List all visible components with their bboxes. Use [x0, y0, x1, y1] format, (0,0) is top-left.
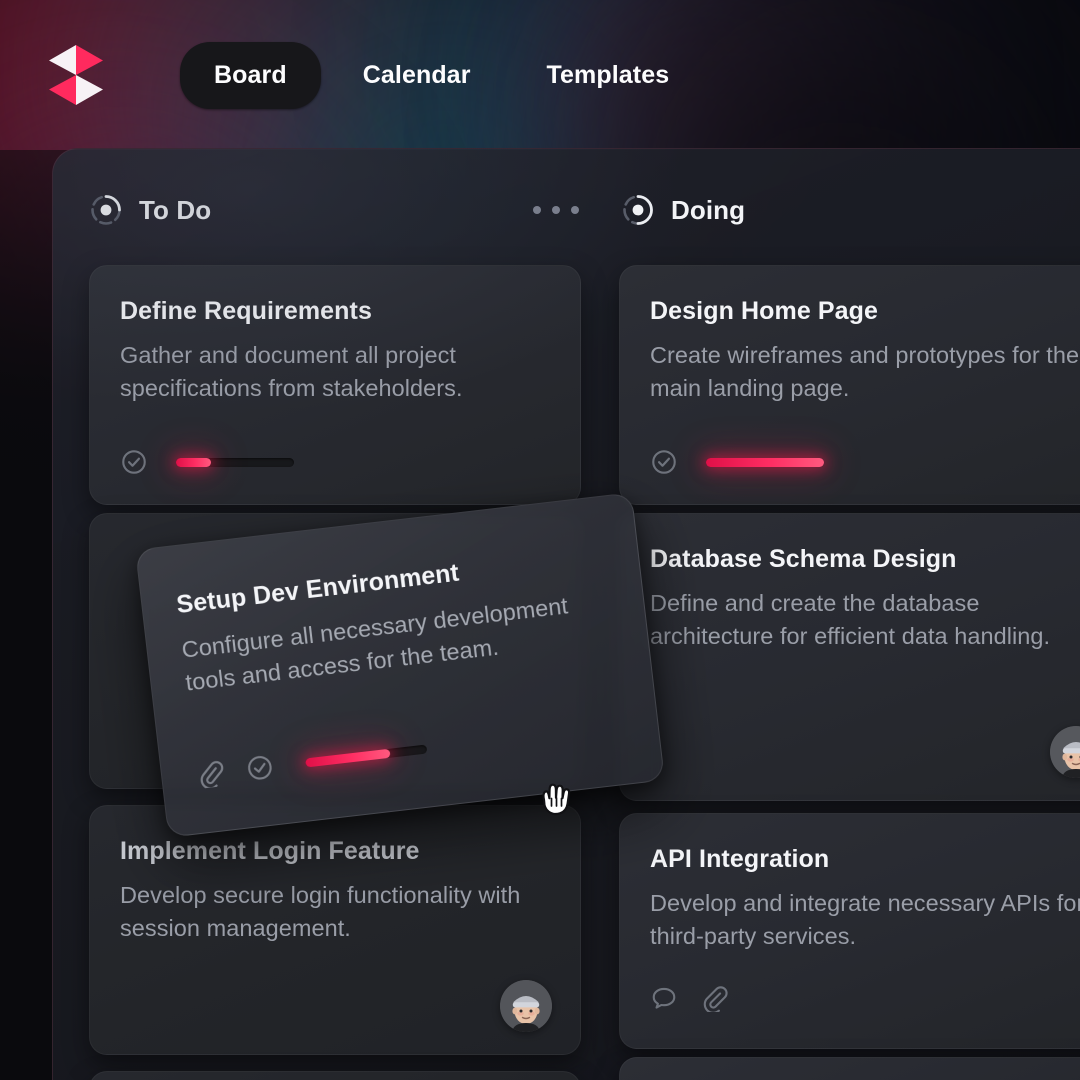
dragged-card-setup-dev-environment[interactable]: Setup Dev Environment Configure all nece…	[135, 492, 665, 838]
card-description: Define and create the database architect…	[650, 587, 1080, 654]
card-title: Design Home Page	[650, 296, 1080, 326]
card-footer	[650, 448, 824, 476]
column-title-doing: Doing	[671, 195, 745, 226]
progress-bar	[305, 744, 427, 767]
progress-ring-icon	[89, 193, 123, 227]
card-define-requirements[interactable]: Define Requirements Gather and document …	[89, 265, 581, 505]
app-logo[interactable]	[46, 43, 106, 107]
card-description: Develop secure login functionality with …	[120, 879, 550, 946]
progress-bar-fill	[176, 458, 211, 467]
user-avatar-beanie-icon	[1050, 726, 1080, 778]
card-api-integration[interactable]: API Integration Develop and integrate ne…	[619, 813, 1080, 1049]
grabbing-hand-cursor	[537, 780, 577, 824]
column-title-todo: To Do	[139, 195, 211, 226]
card-description: Develop and integrate necessary APIs for…	[650, 887, 1080, 954]
progress-bar	[706, 458, 824, 467]
card-database-schema-design[interactable]: Database Schema Design Define and create…	[619, 513, 1080, 801]
card-footer	[650, 984, 728, 1012]
comment-icon[interactable]	[650, 984, 678, 1012]
user-avatar-beanie-icon	[500, 980, 552, 1032]
tab-templates[interactable]: Templates	[513, 42, 704, 109]
card-title: Database Schema Design	[650, 544, 1080, 574]
card-title: Implement Login Feature	[120, 836, 550, 866]
column-menu-todo[interactable]	[533, 206, 579, 214]
nav-tabs: Board Calendar Templates	[180, 42, 703, 109]
check-circle-icon[interactable]	[244, 752, 275, 783]
card-todo-next-partial[interactable]	[89, 1071, 581, 1080]
card-title: API Integration	[650, 844, 1080, 874]
column-header-doing[interactable]: Doing	[621, 193, 745, 227]
paperclip-icon[interactable]	[700, 984, 728, 1012]
card-design-home-page[interactable]: Design Home Page Create wireframes and p…	[619, 265, 1080, 505]
tab-board[interactable]: Board	[180, 42, 321, 109]
avatar[interactable]	[500, 980, 552, 1032]
progress-bar	[176, 458, 294, 467]
more-horizontal-icon-dot1	[533, 206, 541, 214]
paperclip-icon[interactable]	[195, 758, 226, 789]
tab-calendar[interactable]: Calendar	[329, 42, 505, 109]
grabbing-hand-cursor-icon	[537, 780, 577, 824]
progress-ring-icon	[621, 193, 655, 227]
card-description: Gather and document all project specific…	[120, 339, 550, 406]
top-navigation-bar: Board Calendar Templates	[0, 0, 1080, 150]
column-header-todo[interactable]: To Do	[89, 193, 211, 227]
check-circle-icon[interactable]	[650, 448, 678, 476]
card-title: Define Requirements	[120, 296, 550, 326]
more-horizontal-icon-dot3	[571, 206, 579, 214]
check-circle-icon[interactable]	[120, 448, 148, 476]
more-horizontal-icon-dot2	[552, 206, 560, 214]
card-footer	[120, 448, 294, 476]
avatar[interactable]	[1050, 726, 1080, 778]
card-footer	[195, 735, 429, 789]
card-doing-next-partial[interactable]	[619, 1057, 1080, 1080]
progress-bar-fill	[305, 748, 391, 767]
octagon-diamond-logo-icon	[46, 43, 106, 107]
card-implement-login-feature[interactable]: Implement Login Feature Develop secure l…	[89, 805, 581, 1055]
card-description: Create wireframes and prototypes for the…	[650, 339, 1080, 406]
progress-bar-fill	[706, 458, 824, 467]
